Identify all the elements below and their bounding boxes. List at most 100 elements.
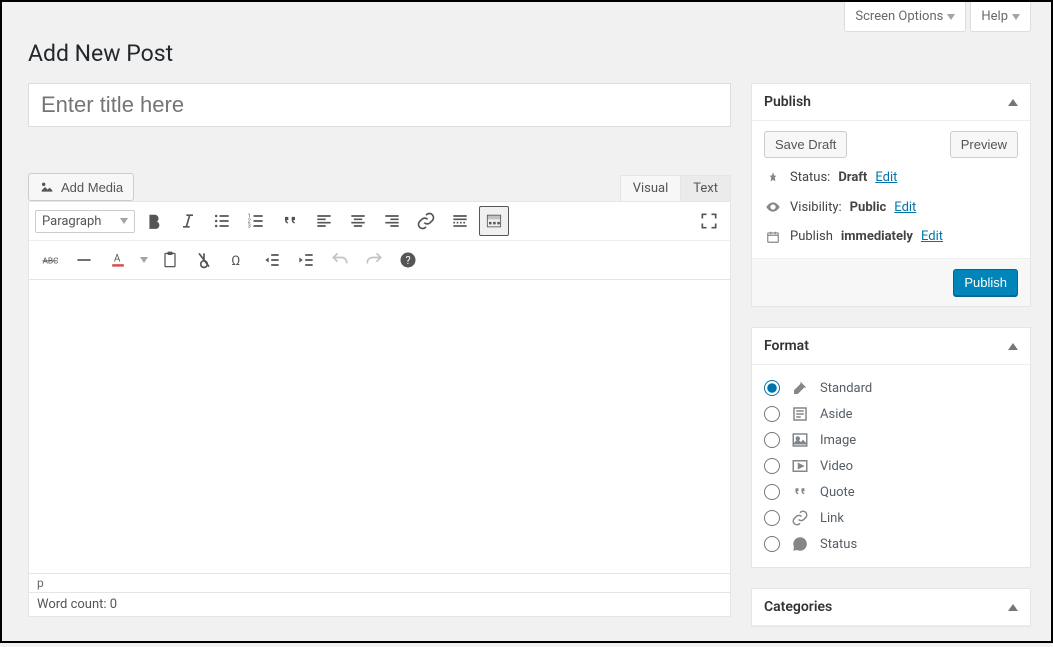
paste-text-button[interactable] (155, 245, 185, 275)
media-icon (39, 179, 55, 195)
page-title: Add New Post (2, 32, 1051, 83)
redo-button[interactable] (359, 245, 389, 275)
editor-tab-visual[interactable]: Visual (620, 175, 681, 201)
format-radio[interactable] (764, 484, 780, 500)
help-label: Help (981, 9, 1008, 24)
editor-toolbar: Paragraph 123 ABC A (28, 201, 731, 280)
align-left-button[interactable] (309, 206, 339, 236)
format-label: Link (820, 511, 844, 526)
format-option-link[interactable]: Link (764, 505, 1018, 531)
format-radio[interactable] (764, 380, 780, 396)
fullscreen-button[interactable] (694, 206, 724, 236)
link-button[interactable] (411, 206, 441, 236)
format-label: Status (820, 537, 857, 552)
format-option-video[interactable]: Video (764, 453, 1018, 479)
status-label: Status: (790, 170, 830, 185)
bold-button[interactable] (139, 206, 169, 236)
standard-icon (790, 379, 810, 397)
outdent-button[interactable] (257, 245, 287, 275)
publish-button[interactable]: Publish (953, 269, 1018, 296)
chevron-down-icon (120, 218, 128, 224)
collapse-icon (1008, 99, 1018, 106)
svg-text:ABC: ABC (43, 256, 60, 266)
align-right-button[interactable] (377, 206, 407, 236)
format-radio[interactable] (764, 536, 780, 552)
editor-path: p (28, 574, 731, 593)
italic-button[interactable] (173, 206, 203, 236)
indent-button[interactable] (291, 245, 321, 275)
horizontal-rule-button[interactable] (69, 245, 99, 275)
publish-header[interactable]: Publish (752, 84, 1030, 121)
publish-when-value: immediately (841, 229, 913, 244)
bullet-list-button[interactable] (207, 206, 237, 236)
link-icon (790, 509, 810, 527)
text-color-button[interactable]: A (103, 245, 133, 275)
editor-tab-text[interactable]: Text (680, 175, 731, 201)
format-label: Standard (820, 381, 872, 396)
chevron-down-icon (1012, 14, 1020, 20)
format-label: Aside (820, 407, 853, 422)
visibility-label: Visibility: (790, 200, 842, 215)
blockquote-button[interactable] (275, 206, 305, 236)
format-option-aside[interactable]: Aside (764, 401, 1018, 427)
format-title: Format (764, 338, 809, 354)
categories-header[interactable]: Categories (752, 589, 1030, 626)
editor-content[interactable] (28, 280, 731, 574)
publish-title: Publish (764, 94, 811, 110)
format-radio[interactable] (764, 432, 780, 448)
aside-icon (790, 405, 810, 423)
align-center-button[interactable] (343, 206, 373, 236)
screen-options-tab[interactable]: Screen Options (844, 2, 966, 32)
text-color-chevron[interactable] (137, 245, 151, 275)
publish-postbox: Publish Save Draft Preview Status: Draft… (751, 83, 1031, 307)
edit-publish-link[interactable]: Edit (921, 229, 943, 244)
svg-text:A: A (114, 254, 121, 265)
chevron-down-icon (140, 257, 148, 263)
format-option-image[interactable]: Image (764, 427, 1018, 453)
video-icon (790, 457, 810, 475)
format-label: Image (820, 433, 856, 448)
strikethrough-button[interactable]: ABC (35, 245, 65, 275)
categories-postbox: Categories (751, 588, 1031, 627)
svg-text:?: ? (406, 254, 411, 267)
image-icon (790, 431, 810, 449)
format-label: Video (820, 459, 853, 474)
screen-options-label: Screen Options (855, 9, 943, 24)
toolbar-toggle-button[interactable] (479, 206, 509, 236)
collapse-icon (1008, 604, 1018, 611)
format-label: Quote (820, 485, 855, 500)
format-header[interactable]: Format (752, 328, 1030, 365)
format-select-label: Paragraph (42, 214, 101, 229)
format-radio[interactable] (764, 458, 780, 474)
undo-button[interactable] (325, 245, 355, 275)
add-media-label: Add Media (61, 180, 123, 195)
categories-title: Categories (764, 599, 832, 615)
edit-status-link[interactable]: Edit (875, 170, 897, 185)
pin-icon (764, 171, 782, 185)
visibility-value: Public (850, 200, 887, 215)
format-option-standard[interactable]: Standard (764, 375, 1018, 401)
help-button[interactable]: ? (393, 245, 423, 275)
quote-icon (790, 483, 810, 501)
save-draft-button[interactable]: Save Draft (764, 131, 847, 158)
post-title-input[interactable] (28, 83, 731, 127)
clear-formatting-button[interactable] (189, 245, 219, 275)
format-option-status[interactable]: Status (764, 531, 1018, 557)
format-radio[interactable] (764, 406, 780, 422)
status-value: Draft (838, 170, 867, 185)
numbered-list-button[interactable]: 123 (241, 206, 271, 236)
format-select[interactable]: Paragraph (35, 210, 135, 233)
calendar-icon (764, 230, 782, 244)
special-char-button[interactable]: Ω (223, 245, 253, 275)
collapse-icon (1008, 343, 1018, 350)
format-option-quote[interactable]: Quote (764, 479, 1018, 505)
edit-visibility-link[interactable]: Edit (894, 200, 916, 215)
format-radio[interactable] (764, 510, 780, 526)
status-icon (790, 535, 810, 553)
chevron-down-icon (947, 14, 955, 20)
read-more-button[interactable] (445, 206, 475, 236)
eye-icon (764, 199, 782, 215)
help-tab[interactable]: Help (970, 2, 1031, 32)
add-media-button[interactable]: Add Media (28, 173, 134, 201)
preview-button[interactable]: Preview (950, 131, 1018, 158)
